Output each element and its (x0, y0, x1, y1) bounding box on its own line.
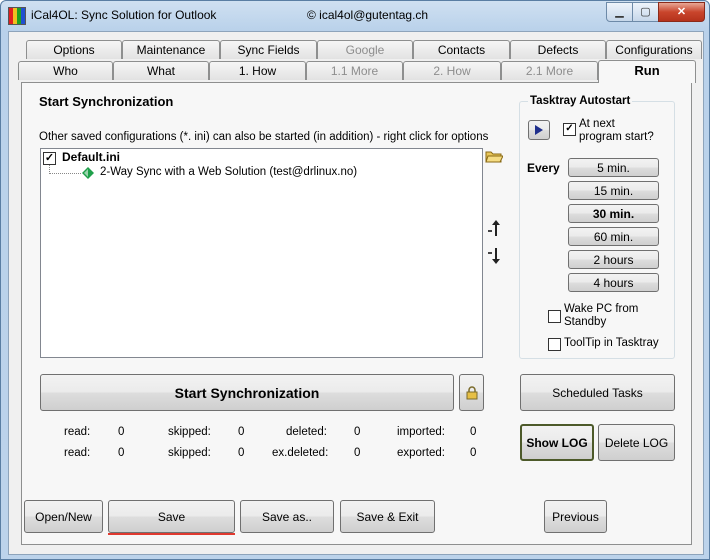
imported-label: imported: (397, 426, 445, 438)
save-as-button[interactable]: Save as.. (240, 500, 334, 533)
imported-count: 0 (470, 426, 477, 438)
default-ini-checkbox[interactable]: ✓ (43, 152, 56, 165)
play-icon (535, 125, 543, 135)
ex-deleted-label: ex.deleted: (272, 447, 329, 459)
tree-item-default-ini[interactable]: Default.ini (62, 150, 120, 164)
sync-diamond-icon (82, 167, 94, 179)
delete-log-button[interactable]: Delete LOG (598, 424, 675, 461)
at-next-start-label: At next program start? (579, 118, 654, 143)
skipped-count: 0 (238, 447, 245, 459)
save-button[interactable]: Save (108, 500, 235, 533)
lock-icon (466, 385, 477, 399)
wake-pc-checkbox[interactable] (548, 310, 561, 323)
skipped-count: 0 (238, 426, 245, 438)
move-up-button[interactable] (484, 218, 504, 238)
read-label: read: (64, 447, 91, 459)
start-synchronization-button[interactable]: Start Synchronization (40, 374, 454, 411)
previous-button[interactable]: Previous (544, 500, 607, 533)
open-folder-button[interactable] (484, 146, 504, 166)
page-title: Start Synchronization (39, 94, 174, 109)
tree-item-web-sync[interactable]: 2-Way Sync with a Web Solution (test@drl… (100, 166, 357, 178)
tree-connector (49, 173, 81, 175)
open-new-button[interactable]: Open/New (24, 500, 103, 533)
show-log-button[interactable]: Show LOG (520, 424, 594, 461)
wake-pc-label: Wake PC from Standby (564, 303, 639, 328)
arrow-down-icon (488, 248, 500, 264)
ex-deleted-count: 0 (354, 447, 361, 459)
read-count: 0 (118, 447, 125, 459)
skipped-label: skipped: (168, 447, 211, 459)
skipped-label: skipped: (168, 426, 211, 438)
arrow-up-icon (488, 220, 500, 236)
save-and-exit-button[interactable]: Save & Exit (340, 500, 435, 533)
configurations-tree[interactable]: ✓ Default.ini 2-Way Sync with a Web Solu… (40, 148, 483, 358)
interval-2-hours-button[interactable]: 2 hours (568, 250, 659, 269)
every-label: Every (527, 161, 560, 175)
exported-label: exported: (397, 447, 445, 459)
move-down-button[interactable] (484, 246, 504, 266)
tasktray-heading: Tasktray Autostart (528, 95, 633, 107)
folder-icon (485, 151, 503, 163)
tooltip-checkbox[interactable] (548, 338, 561, 351)
run-now-button[interactable] (528, 120, 550, 140)
configurations-hint: Other saved configurations (*. ini) can … (39, 131, 489, 143)
interval-4-hours-button[interactable]: 4 hours (568, 273, 659, 292)
interval-30-min-button[interactable]: 30 min. (568, 204, 659, 223)
scheduled-tasks-button[interactable]: Scheduled Tasks (520, 374, 675, 411)
interval-5-min-button[interactable]: 5 min. (568, 158, 659, 177)
read-label: read: (64, 426, 91, 438)
read-count: 0 (118, 426, 125, 438)
deleted-label: deleted: (286, 426, 327, 438)
interval-60-min-button[interactable]: 60 min. (568, 227, 659, 246)
tooltip-label: ToolTip in Tasktray (564, 337, 659, 349)
interval-15-min-button[interactable]: 15 min. (568, 181, 659, 200)
lock-button[interactable] (459, 374, 484, 411)
exported-count: 0 (470, 447, 477, 459)
deleted-count: 0 (354, 426, 361, 438)
save-underline (108, 533, 235, 535)
at-next-start-checkbox[interactable]: ✓ (563, 123, 576, 136)
